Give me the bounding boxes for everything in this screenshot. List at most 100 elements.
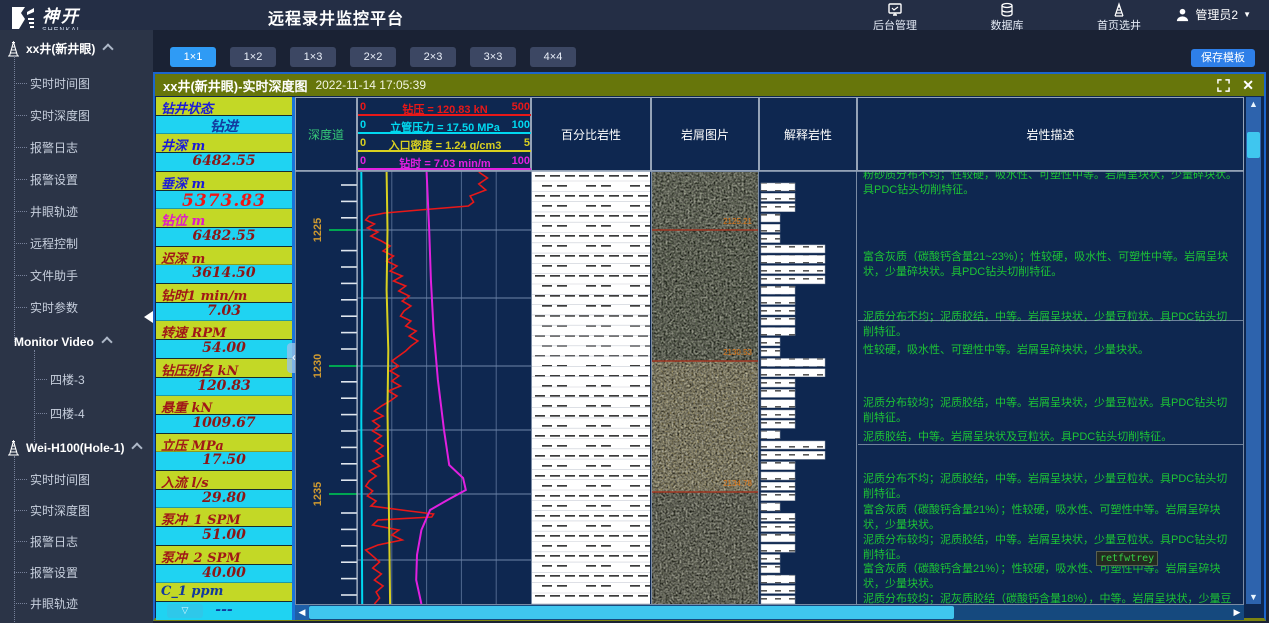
well-tree-sidebar: xx井(新井眼)实时时间图实时深度图报警日志报警设置井眼轨迹远程控制文件助手实时… xyxy=(0,30,153,623)
fullscreen-icon[interactable] xyxy=(1217,79,1230,92)
tree-item-实时时间图[interactable]: 实时时间图 xyxy=(14,75,90,92)
tree-item-文件助手[interactable]: 文件助手 xyxy=(14,267,78,284)
tree-item-井眼轨迹[interactable]: 井眼轨迹 xyxy=(14,203,78,220)
legend-max: 500 xyxy=(512,101,530,113)
tree-node-well-1[interactable]: xx井(新井眼) xyxy=(6,40,112,57)
well-label: Wei-H100(Hole-1) xyxy=(26,441,124,455)
param-value-井深: 6482.55 xyxy=(156,153,292,171)
percent-lithology-column xyxy=(532,171,650,604)
layout-button-1×3[interactable]: 1×3 xyxy=(290,47,336,67)
tree-connector xyxy=(14,147,27,148)
tree-item-实时深度图[interactable]: 实时深度图 xyxy=(14,107,90,124)
tree-item-label: 报警日志 xyxy=(30,139,78,156)
tree-item-四楼-3[interactable]: 四楼-3 xyxy=(34,371,85,388)
tree-node-monitor-video[interactable]: Monitor Video xyxy=(14,335,111,349)
nav-item-1[interactable]: 后台管理 xyxy=(860,1,930,33)
lithology-description: 富含灰质（碳酸钙含量21%）；性较硬，吸水性、可塑性中等。岩屑呈碎块状，少量块状… xyxy=(863,562,1237,592)
layout-toolbar: 1×1 1×2 1×3 2×2 2×3 3×3 4×4 保存模板 xyxy=(153,30,1269,72)
lithology-description: 富含灰质（碳酸钙含量21~23%）；性较硬，吸水性、可塑性中等。岩屑呈块状，少量… xyxy=(863,250,1237,280)
tree-item-实时时间图[interactable]: 实时时间图 xyxy=(14,471,90,488)
column-border xyxy=(856,97,857,604)
legend-max: 100 xyxy=(512,155,530,167)
tree-item-label: 实时深度图 xyxy=(30,107,90,124)
tree-connector xyxy=(34,379,47,380)
legend-row-立管压力: 0立管压力 = 17.50 MPa100 xyxy=(358,117,532,135)
param-value-泵冲_1: 51.00 xyxy=(156,527,292,545)
sidebar-collapse-arrow-icon[interactable] xyxy=(144,311,153,323)
row-border xyxy=(295,97,1244,98)
column-border xyxy=(651,97,652,604)
param-scroll-down-button[interactable]: ▽ xyxy=(167,604,203,618)
column-header-interpreted-lithology: 解释岩性 xyxy=(759,97,857,171)
row-border xyxy=(295,171,1244,172)
lithology-description: 泥质分布不均；泥质胶结，中等。岩屑呈块状，少量豆粒状。具PDC钻头切削特征。 xyxy=(863,310,1237,340)
tree-connector xyxy=(14,243,27,244)
description-separator xyxy=(858,444,1243,445)
lithology-description: 泥质分布较均；泥质胶结，中等。岩屑呈块状，少量豆粒状。具PDC钻头切削特征。 xyxy=(863,533,1237,563)
nav-item-2[interactable]: 数据库 xyxy=(972,1,1042,33)
scroll-left-arrow-icon[interactable]: ◀ xyxy=(295,605,309,620)
layout-button-3×3[interactable]: 3×3 xyxy=(470,47,516,67)
save-template-button[interactable]: 保存模板 xyxy=(1191,49,1255,67)
collapse-chevron-icon[interactable] xyxy=(101,336,112,347)
tree-connector xyxy=(14,307,27,308)
horizontal-scroll-thumb[interactable] xyxy=(309,606,954,619)
curve-立管压力 xyxy=(361,172,362,604)
tree-node-well-2[interactable]: Wei-H100(Hole-1) xyxy=(6,440,141,456)
legend-underline xyxy=(358,132,532,134)
tree-item-井眼轨迹[interactable]: 井眼轨迹 xyxy=(14,595,78,612)
app-root: 神开 SHENKAI 远程录井监控平台 后台管理数据库首页选井 管理员2 ▼ 1… xyxy=(0,0,1269,623)
tree-connector xyxy=(34,413,47,414)
shenkai-logo-icon xyxy=(10,6,36,30)
nav-item-3[interactable]: 首页选井 xyxy=(1084,1,1154,33)
lithology-description: 富含灰质（碳酸钙含量21%）；性较硬，吸水性、可塑性中等。岩屑呈碎块状，少量块状… xyxy=(863,503,1237,533)
column-header-percent-lithology: 百分比岩性 xyxy=(531,97,651,171)
close-icon[interactable]: ✕ xyxy=(1242,74,1254,96)
tree-item-报警设置[interactable]: 报警设置 xyxy=(14,171,78,188)
hover-tooltip: retfwtrey xyxy=(1096,551,1158,566)
layout-button-4×4[interactable]: 4×4 xyxy=(530,47,576,67)
param-label-钻压别名: 钻压别名 kN xyxy=(156,359,292,377)
tree-item-报警日志[interactable]: 报警日志 xyxy=(14,139,78,156)
collapse-chevron-icon[interactable] xyxy=(132,442,143,453)
param-value-入流: 29.80 xyxy=(156,490,292,508)
logo-chinese-text: 神开 xyxy=(42,2,80,27)
lithology-description: 性较硬，吸水性、可塑性中等。岩屑呈碎块状，少量块状。 xyxy=(863,343,1237,358)
layout-button-2×2[interactable]: 2×2 xyxy=(350,47,396,67)
layout-button-2×3[interactable]: 2×3 xyxy=(410,47,456,67)
tree-item-报警日志[interactable]: 报警日志 xyxy=(14,533,78,550)
tree-item-label: 实时时间图 xyxy=(30,471,90,488)
param-value-泵冲_2: 40.00 xyxy=(156,565,292,583)
tree-item-四楼-4[interactable]: 四楼-4 xyxy=(34,405,85,422)
horizontal-scrollbar[interactable]: ◀ ▶ xyxy=(295,605,1244,620)
tree-item-label: 井眼轨迹 xyxy=(30,203,78,220)
tree-connector xyxy=(14,83,27,84)
column-header-depth-track: 深度道 xyxy=(295,97,357,171)
layout-button-1×1[interactable]: 1×1 xyxy=(170,47,216,67)
vertical-scrollbar[interactable]: ▲ ▼ xyxy=(1246,97,1261,604)
tree-connector xyxy=(14,603,27,604)
vertical-scroll-thumb[interactable] xyxy=(1247,132,1260,158)
tree-item-报警设置[interactable]: 报警设置 xyxy=(14,564,78,581)
tree-guide-line xyxy=(34,350,35,442)
scroll-down-arrow-icon[interactable]: ▼ xyxy=(1246,590,1261,604)
tree-item-实时参数[interactable]: 实时参数 xyxy=(14,299,78,316)
user-menu[interactable]: 管理员2 ▼ xyxy=(1175,6,1251,23)
well-select-icon xyxy=(1111,2,1127,17)
tree-item-label: 四楼-4 xyxy=(50,405,85,422)
param-label-钻井状态: 钻井状态 xyxy=(156,97,292,115)
user-name: 管理员2 xyxy=(1195,6,1238,23)
tree-item-实时深度图[interactable]: 实时深度图 xyxy=(14,502,90,519)
scroll-up-arrow-icon[interactable]: ▲ xyxy=(1246,97,1261,111)
layout-button-1×2[interactable]: 1×2 xyxy=(230,47,276,67)
tree-item-label: 井眼轨迹 xyxy=(30,595,78,612)
collapse-chevron-icon[interactable] xyxy=(103,43,114,54)
scroll-right-arrow-icon[interactable]: ▶ xyxy=(1230,605,1244,620)
tree-item-远程控制[interactable]: 远程控制 xyxy=(14,235,78,252)
legend-underline xyxy=(358,114,532,116)
lithology-description: 泥质胶结，中等。岩屑呈块状及豆粒状。具PDC钻头切削特征。 xyxy=(863,430,1237,445)
param-label-入流: 入流 l/s xyxy=(156,471,292,489)
tree-item-label: 报警日志 xyxy=(30,533,78,550)
column-header-lithology-description: 岩性描述 xyxy=(857,97,1244,171)
lithology-description-column: 粉砂质分布不均；性较硬，吸水性、可塑性中等。岩屑呈块状，少量碎块状。具PDC钻头… xyxy=(858,171,1243,604)
